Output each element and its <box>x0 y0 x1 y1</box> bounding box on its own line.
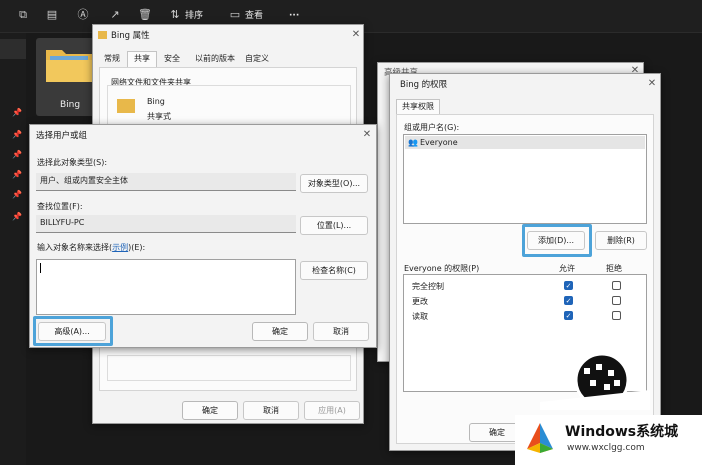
allow-checkbox[interactable]: ✓ <box>564 296 573 305</box>
pin-icon: 📌 <box>12 108 22 117</box>
delete-icon[interactable]: 🗑 <box>138 8 152 22</box>
ok-button[interactable]: 确定 <box>182 401 238 420</box>
deny-header: 拒绝 <box>606 264 622 273</box>
permissions-title: Bing 的权限 <box>400 80 448 90</box>
permission-name: 读取 <box>412 312 428 321</box>
close-icon[interactable]: ✕ <box>647 79 657 89</box>
tab-previous-versions[interactable]: 以前的版本 <box>191 52 239 66</box>
group-label: 组或用户名(G): <box>404 123 460 132</box>
navigation-pane <box>0 33 26 465</box>
object-name-input[interactable] <box>36 259 296 315</box>
allow-header: 允许 <box>559 264 575 273</box>
pin-icon: 📌 <box>12 150 22 159</box>
view-icon[interactable]: ▭ <box>228 8 242 22</box>
tab-share-permissions[interactable]: 共享权限 <box>396 99 440 115</box>
rename-icon[interactable]: Ⓐ <box>76 8 90 22</box>
pin-icon: 📌 <box>12 170 22 179</box>
pin-icon: 📌 <box>12 190 22 199</box>
object-types-button[interactable]: 对象类型(O)... <box>300 174 368 193</box>
share-status: 共享式 <box>147 112 171 121</box>
select-users-dialog: 选择用户或组 ✕ 选择此对象类型(S): 用户、组或内置安全主体 对象类型(O)… <box>29 124 377 348</box>
allow-checkbox[interactable]: ✓ <box>564 281 573 290</box>
paste-icon[interactable]: ▤ <box>45 8 59 22</box>
permissions-header: Everyone 的权限(P) <box>404 264 480 273</box>
sort-icon[interactable]: ⇅ <box>168 8 182 22</box>
check-names-button[interactable]: 检查名称(C) <box>300 261 368 280</box>
nav-selected-item[interactable] <box>0 39 26 59</box>
sharing-groupbox <box>107 85 351 125</box>
apply-button[interactable]: 应用(A) <box>304 401 360 420</box>
permission-name: 更改 <box>412 297 428 306</box>
sort-button[interactable]: 排序 <box>185 8 203 24</box>
close-icon[interactable]: ✕ <box>351 30 361 40</box>
object-type-field: 用户、组或内置安全主体 <box>36 173 296 191</box>
locations-button[interactable]: 位置(L)... <box>300 216 368 235</box>
properties-title: Bing 属性 <box>111 31 150 41</box>
deny-checkbox[interactable] <box>612 281 621 290</box>
add-button-highlight <box>522 224 592 257</box>
deny-checkbox[interactable] <box>612 296 621 305</box>
watermark-url: www.wxclgg.com <box>567 443 645 453</box>
folder-small-icon <box>98 31 107 39</box>
tab-customize[interactable]: 自定义 <box>243 52 271 66</box>
lower-groupbox <box>107 355 351 381</box>
close-icon[interactable]: ✕ <box>362 130 372 140</box>
pin-icon: 📌 <box>12 130 22 139</box>
folder-icon <box>46 50 92 82</box>
tab-general[interactable]: 常规 <box>99 52 125 66</box>
object-name-label: 输入对象名称来选择(示例)(E): <box>37 243 146 252</box>
permission-name: 完全控制 <box>412 282 444 291</box>
share-folder-name: Bing <box>147 97 165 106</box>
watermark-brand: Windows系统城 <box>565 424 679 440</box>
examples-link[interactable]: 示例 <box>112 243 128 252</box>
watermark-emblem <box>540 352 650 410</box>
location-field: BILLYFU-PC <box>36 215 296 233</box>
user-name: Everyone <box>420 138 458 147</box>
allow-checkbox[interactable]: ✓ <box>564 311 573 320</box>
windows-logo-icon <box>527 423 553 453</box>
deny-checkbox[interactable] <box>612 311 621 320</box>
location-label: 查找位置(F): <box>37 202 83 211</box>
share-folder-icon <box>117 99 135 113</box>
remove-button[interactable]: 删除(R) <box>595 231 647 250</box>
tab-sharing[interactable]: 共享 <box>127 51 157 67</box>
cancel-button[interactable]: 取消 <box>243 401 299 420</box>
text-cursor <box>40 263 41 273</box>
object-type-label: 选择此对象类型(S): <box>37 158 108 167</box>
group-listbox[interactable]: 👥 Everyone <box>403 134 647 224</box>
object-type-value: 用户、组或内置安全主体 <box>40 176 128 185</box>
view-button[interactable]: 查看 <box>245 8 263 24</box>
watermark-banner: Windows系统城 www.wxclgg.com <box>515 415 702 465</box>
advanced-button-highlight <box>33 316 113 346</box>
tab-security[interactable]: 安全 <box>159 52 185 66</box>
cancel-button[interactable]: 取消 <box>313 322 369 341</box>
more-button[interactable]: ··· <box>289 8 299 24</box>
users-icon: 👥 <box>408 138 418 147</box>
copy-icon[interactable]: ⧉ <box>16 8 30 22</box>
share-icon[interactable]: ↗ <box>108 8 122 22</box>
select-users-title: 选择用户或组 <box>36 131 88 141</box>
pin-icon: 📌 <box>12 212 22 221</box>
location-value: BILLYFU-PC <box>40 218 85 227</box>
ok-button[interactable]: 确定 <box>252 322 308 341</box>
